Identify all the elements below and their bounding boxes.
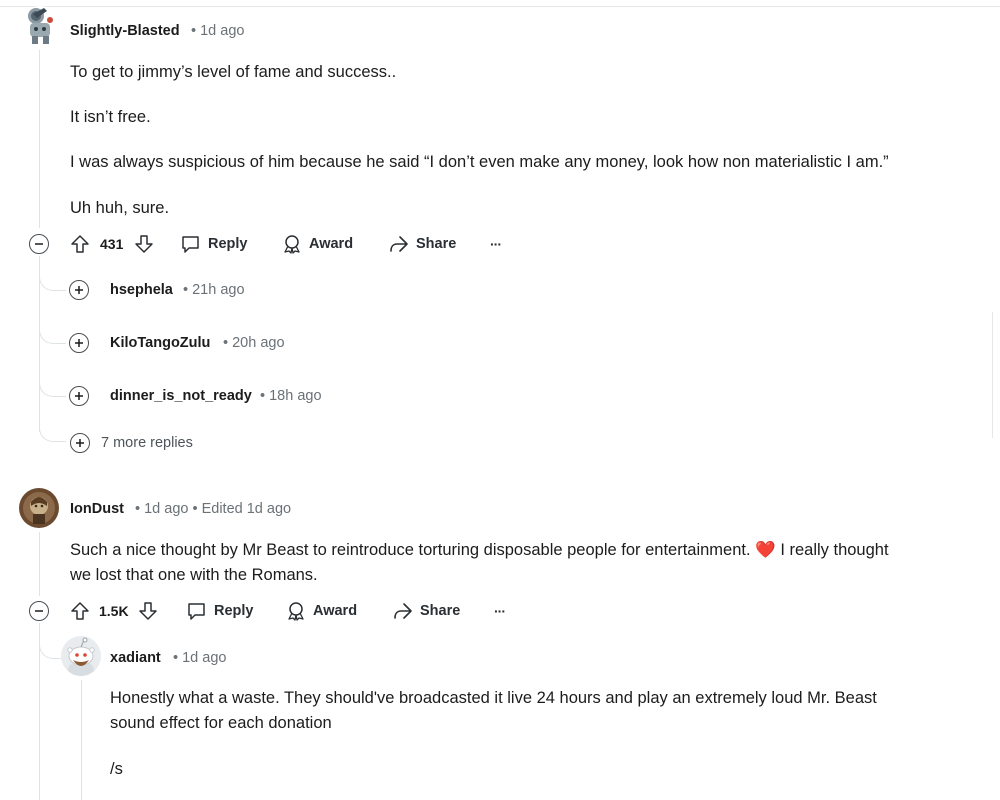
more-options-button[interactable]: ··· bbox=[494, 603, 506, 619]
avatar[interactable] bbox=[61, 636, 101, 676]
plus-icon bbox=[76, 439, 84, 447]
top-divider bbox=[0, 6, 1000, 7]
expand-button[interactable] bbox=[69, 280, 89, 300]
share-label: Share bbox=[416, 236, 457, 252]
reply-button[interactable]: Reply bbox=[180, 234, 248, 254]
thread-connector bbox=[39, 421, 66, 442]
comment-paragraph: Uh huh, sure. bbox=[70, 199, 170, 217]
minus-icon bbox=[35, 243, 43, 245]
vote-count: 431 bbox=[100, 236, 124, 252]
reply-text: sound effect for each donation bbox=[110, 714, 332, 732]
more-options-button[interactable]: ··· bbox=[490, 236, 502, 252]
thread-connector bbox=[39, 268, 66, 291]
comment-timestamp[interactable]: • 1d ago bbox=[191, 23, 244, 39]
upvote-button[interactable] bbox=[70, 234, 90, 259]
downvote-button[interactable] bbox=[138, 601, 158, 626]
minus-icon bbox=[35, 610, 43, 612]
vote-count: 1.5K bbox=[99, 603, 129, 619]
plus-icon bbox=[75, 339, 83, 347]
share-button[interactable]: Share bbox=[388, 234, 456, 254]
upvote-arrow-icon bbox=[71, 235, 89, 253]
more-replies-button[interactable] bbox=[70, 433, 90, 453]
avatar[interactable] bbox=[20, 6, 60, 46]
comment-paragraph: To get to jimmy’s level of fame and succ… bbox=[70, 63, 397, 81]
reply-text: /s bbox=[110, 760, 123, 778]
photo-avatar-icon bbox=[19, 488, 59, 528]
reply-author[interactable]: KiloTangoZulu bbox=[110, 335, 210, 351]
award-button[interactable]: Award bbox=[282, 234, 353, 254]
avatar[interactable] bbox=[19, 488, 59, 528]
thread-line[interactable] bbox=[39, 532, 40, 596]
thread-connector bbox=[39, 374, 66, 397]
comment-paragraph: It isn’t free. bbox=[70, 108, 151, 126]
comment-author[interactable]: IonDust bbox=[70, 501, 124, 517]
award-label: Award bbox=[313, 603, 358, 619]
comment-thread: Slightly-Blasted • 1d ago To get to jimm… bbox=[0, 0, 1000, 800]
speech-bubble-icon bbox=[188, 603, 205, 620]
collapse-button[interactable] bbox=[29, 601, 49, 621]
award-label: Award bbox=[309, 236, 354, 252]
share-arrow-icon bbox=[394, 603, 412, 619]
robot-avatar-icon bbox=[20, 6, 60, 46]
award-ribbon-icon bbox=[284, 235, 300, 254]
snoo-avatar-icon bbox=[61, 636, 101, 676]
speech-bubble-icon bbox=[182, 236, 199, 253]
share-button[interactable]: Share bbox=[392, 601, 460, 621]
award-button[interactable]: Award bbox=[286, 601, 357, 621]
reply-author[interactable]: xadiant bbox=[110, 650, 161, 666]
share-label: Share bbox=[420, 603, 461, 619]
heart-emoji-icon: ❤️ bbox=[755, 541, 776, 559]
reply-author[interactable]: hsephela bbox=[110, 282, 173, 298]
reply-label: Reply bbox=[214, 603, 254, 619]
reply-text: Honestly what a waste. They should've br… bbox=[110, 689, 877, 707]
reply-label: Reply bbox=[208, 236, 248, 252]
thread-line[interactable] bbox=[39, 50, 40, 228]
award-ribbon-icon bbox=[288, 602, 304, 621]
reply-timestamp[interactable]: • 21h ago bbox=[183, 282, 245, 298]
comment-timestamp[interactable]: • 1d ago • Edited 1d ago bbox=[135, 501, 291, 517]
comment-text: I really thought bbox=[780, 541, 889, 559]
upvote-arrow-icon bbox=[71, 602, 89, 620]
reply-button[interactable]: Reply bbox=[186, 601, 254, 621]
reply-author[interactable]: dinner_is_not_ready bbox=[110, 388, 252, 404]
plus-icon bbox=[75, 286, 83, 294]
comment-author[interactable]: Slightly-Blasted bbox=[70, 23, 180, 39]
thread-line[interactable] bbox=[81, 680, 82, 800]
reply-timestamp[interactable]: • 18h ago bbox=[260, 388, 322, 404]
more-replies-link[interactable]: 7 more replies bbox=[101, 435, 193, 451]
share-arrow-icon bbox=[390, 236, 408, 252]
plus-icon bbox=[75, 392, 83, 400]
comment-body: Such a nice thought by Mr Beast to reint… bbox=[70, 538, 980, 563]
thread-connector bbox=[39, 321, 66, 344]
reply-timestamp[interactable]: • 20h ago bbox=[223, 335, 285, 351]
downvote-arrow-icon bbox=[135, 235, 153, 253]
expand-button[interactable] bbox=[69, 386, 89, 406]
comment-paragraph: I was always suspicious of him because h… bbox=[70, 153, 889, 171]
collapse-button[interactable] bbox=[29, 234, 49, 254]
scroll-edge bbox=[992, 312, 993, 438]
comment-text: we lost that one with the Romans. bbox=[70, 566, 318, 584]
upvote-button[interactable] bbox=[70, 601, 90, 626]
comment-text: Such a nice thought by Mr Beast to reint… bbox=[70, 541, 751, 559]
downvote-arrow-icon bbox=[139, 602, 157, 620]
expand-button[interactable] bbox=[69, 333, 89, 353]
reply-timestamp[interactable]: • 1d ago bbox=[173, 650, 226, 666]
downvote-button[interactable] bbox=[134, 234, 154, 259]
